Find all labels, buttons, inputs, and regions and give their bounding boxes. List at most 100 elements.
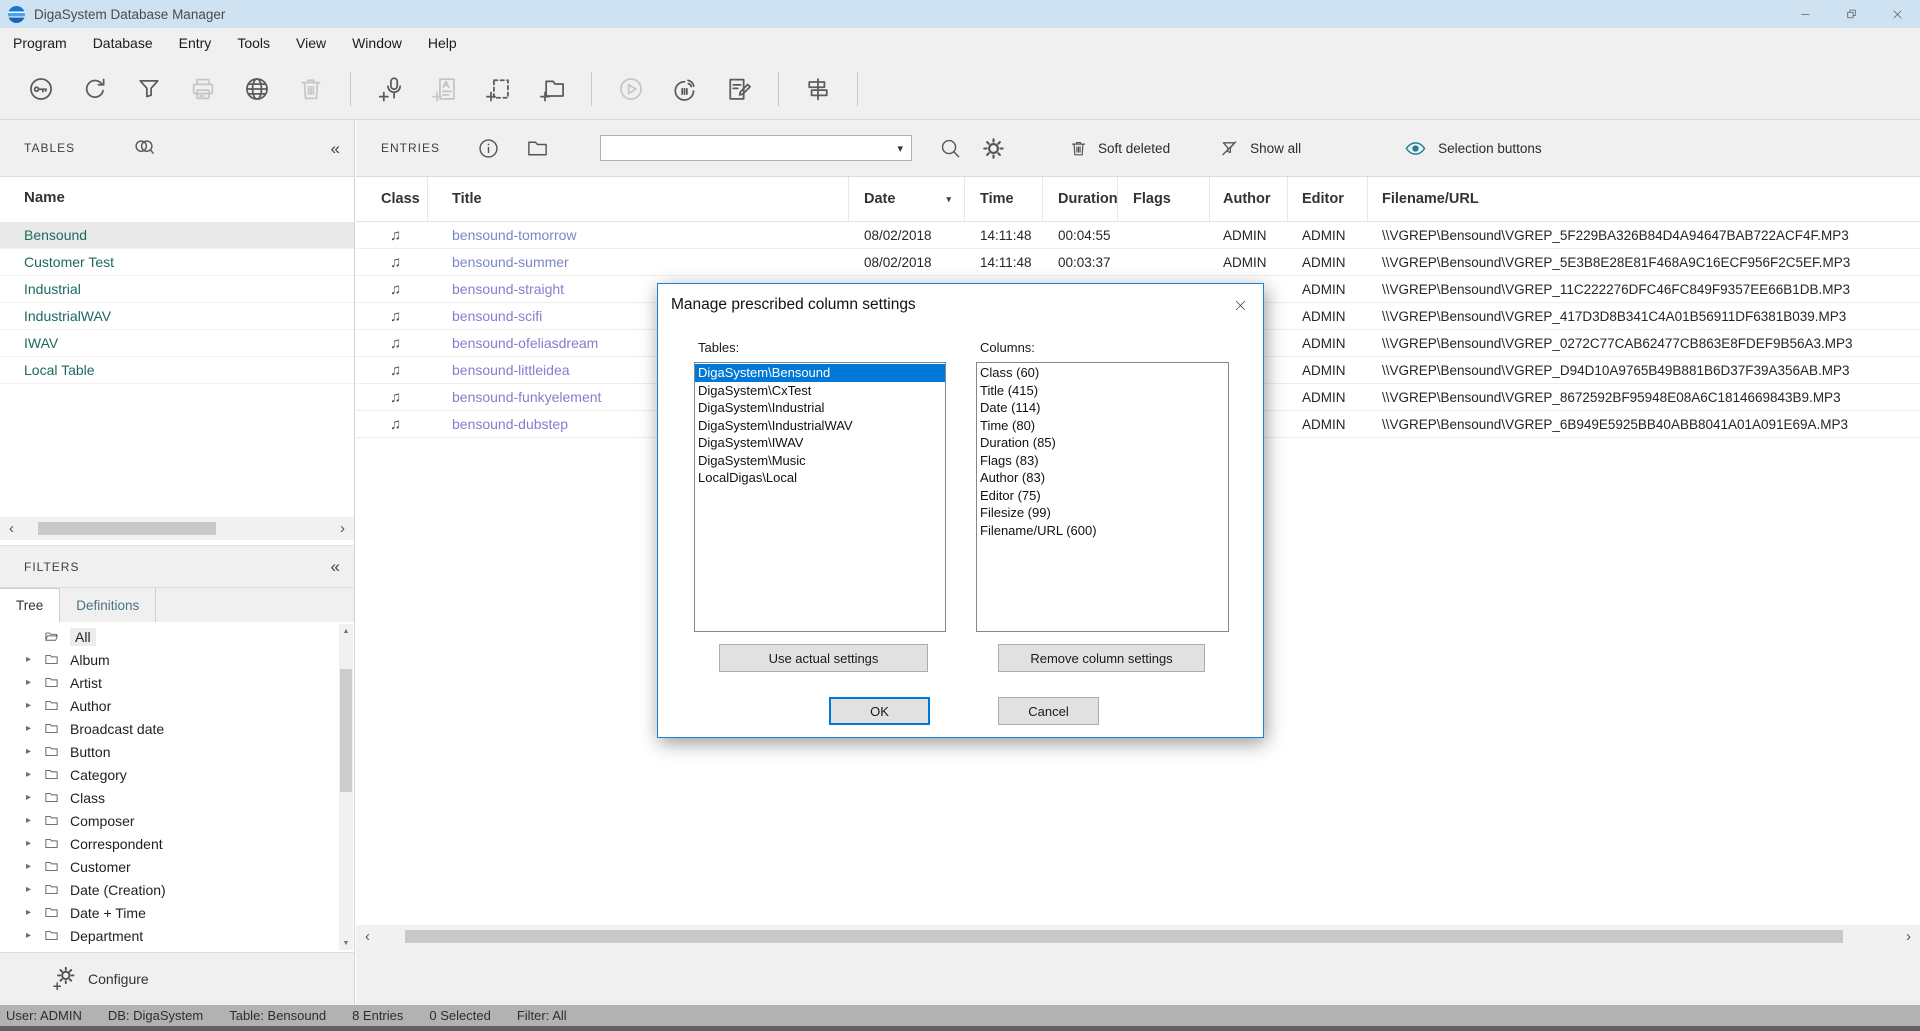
broadcast-button[interactable] bbox=[671, 75, 699, 103]
key-button[interactable] bbox=[27, 75, 55, 103]
edit-entry-button[interactable] bbox=[725, 75, 753, 103]
scroll-thumb[interactable] bbox=[405, 930, 1843, 943]
scroll-down-icon[interactable]: ▼ bbox=[339, 936, 353, 950]
expand-arrow-icon[interactable]: ▸ bbox=[26, 654, 42, 665]
tree-item-customer[interactable]: ▸Customer bbox=[0, 855, 354, 878]
scroll-left-icon[interactable]: ‹ bbox=[365, 925, 370, 948]
tree-item-album[interactable]: ▸Album bbox=[0, 648, 354, 671]
expand-arrow-icon[interactable]: ▸ bbox=[26, 769, 42, 780]
tree-item-author[interactable]: ▸Author bbox=[0, 694, 354, 717]
table-list-item[interactable]: IWAV bbox=[0, 330, 354, 357]
column-header-time[interactable]: Time bbox=[965, 177, 1043, 221]
selection-add-button[interactable] bbox=[484, 75, 512, 103]
menu-tools[interactable]: Tools bbox=[224, 28, 283, 58]
selection-buttons-label[interactable]: Selection buttons bbox=[1438, 141, 1542, 156]
menu-window[interactable]: Window bbox=[339, 28, 415, 58]
close-button[interactable] bbox=[1874, 0, 1920, 28]
column-header-editor[interactable]: Editor bbox=[1288, 177, 1368, 221]
entry-title-link[interactable]: bensound-dubstep bbox=[452, 416, 568, 432]
table-search-icon[interactable] bbox=[131, 137, 157, 159]
dialog-table-item[interactable]: LocalDigas\Local bbox=[695, 469, 945, 487]
folder-add-button[interactable] bbox=[538, 75, 566, 103]
restore-button[interactable] bbox=[1828, 0, 1874, 28]
dialog-close-button[interactable] bbox=[1217, 284, 1263, 326]
menu-database[interactable]: Database bbox=[80, 28, 166, 58]
tree-item-all[interactable]: All bbox=[0, 625, 354, 648]
table-list-item[interactable]: Local Table bbox=[0, 357, 354, 384]
dialog-table-item[interactable]: DigaSystem\Industrial bbox=[695, 399, 945, 417]
entry-title-link[interactable]: bensound-ofeliasdream bbox=[452, 335, 598, 351]
filters-vscrollbar[interactable]: ▲▼ bbox=[339, 624, 353, 950]
table-list-item[interactable]: Industrial bbox=[0, 276, 354, 303]
menu-entry[interactable]: Entry bbox=[166, 28, 225, 58]
sort-dropdown-icon[interactable]: ▾ bbox=[946, 194, 951, 205]
expand-arrow-icon[interactable]: ▸ bbox=[26, 861, 42, 872]
scroll-right-icon[interactable]: › bbox=[340, 517, 345, 540]
expand-arrow-icon[interactable]: ▸ bbox=[26, 792, 42, 803]
tree-item-composer[interactable]: ▸Composer bbox=[0, 809, 354, 832]
folder-icon[interactable] bbox=[526, 137, 549, 160]
entries-hscrollbar[interactable]: ‹ › bbox=[356, 925, 1920, 948]
tables-hscrollbar[interactable]: ‹ › bbox=[0, 517, 354, 540]
entry-title-link[interactable]: bensound-littleidea bbox=[452, 362, 570, 378]
dialog-column-item[interactable]: Date (114) bbox=[977, 399, 1228, 417]
menu-view[interactable]: View bbox=[283, 28, 339, 58]
column-header-title[interactable]: Title bbox=[428, 177, 849, 221]
scroll-thumb[interactable] bbox=[340, 669, 352, 792]
expand-arrow-icon[interactable]: ▸ bbox=[26, 884, 42, 895]
column-header-duration[interactable]: Duration bbox=[1043, 177, 1118, 221]
info-icon[interactable] bbox=[477, 137, 500, 160]
tree-item-category[interactable]: ▸Category bbox=[0, 763, 354, 786]
table-list-item[interactable]: Bensound bbox=[0, 222, 354, 249]
dialog-table-item[interactable]: DigaSystem\CxTest bbox=[695, 382, 945, 400]
dialog-column-item[interactable]: Filename/URL (600) bbox=[977, 522, 1228, 540]
use-actual-settings-button[interactable]: Use actual settings bbox=[719, 644, 928, 672]
combobox-dropdown-icon[interactable]: ▾ bbox=[897, 142, 903, 155]
globe-button[interactable] bbox=[243, 75, 271, 103]
table-row[interactable]: ♫bensound-tomorrow08/02/201814:11:4800:0… bbox=[356, 222, 1920, 249]
dialog-column-item[interactable]: Editor (75) bbox=[977, 487, 1228, 505]
scroll-right-icon[interactable]: › bbox=[1906, 925, 1911, 948]
column-header-filename-url[interactable]: Filename/URL bbox=[1368, 177, 1920, 221]
expand-arrow-icon[interactable]: ▸ bbox=[26, 746, 42, 757]
tree-item-artist[interactable]: ▸Artist bbox=[0, 671, 354, 694]
tree-item-broadcast-date[interactable]: ▸Broadcast date bbox=[0, 717, 354, 740]
scroll-left-icon[interactable]: ‹ bbox=[9, 517, 14, 540]
ok-button[interactable]: OK bbox=[829, 697, 930, 725]
expand-arrow-icon[interactable]: ▸ bbox=[26, 930, 42, 941]
configure-row[interactable]: Configure bbox=[0, 952, 354, 1005]
entry-title-link[interactable]: bensound-straight bbox=[452, 281, 564, 297]
entry-title-link[interactable]: bensound-summer bbox=[452, 254, 569, 270]
tree-item-button[interactable]: ▸Button bbox=[0, 740, 354, 763]
column-settings-button[interactable] bbox=[804, 75, 832, 103]
refresh-button[interactable] bbox=[81, 75, 109, 103]
soft-deleted-label[interactable]: Soft deleted bbox=[1098, 141, 1170, 156]
column-header-author[interactable]: Author bbox=[1210, 177, 1288, 221]
expand-arrow-icon[interactable]: ▸ bbox=[26, 700, 42, 711]
expand-arrow-icon[interactable]: ▸ bbox=[26, 907, 42, 918]
filter-button[interactable] bbox=[135, 75, 163, 103]
tree-item-correspondent[interactable]: ▸Correspondent bbox=[0, 832, 354, 855]
table-list-item[interactable]: IndustrialWAV bbox=[0, 303, 354, 330]
column-header-class[interactable]: Class bbox=[356, 177, 428, 221]
scroll-up-icon[interactable]: ▲ bbox=[339, 624, 353, 638]
tab-definitions[interactable]: Definitions bbox=[60, 588, 156, 622]
soft-deleted-trash-icon[interactable] bbox=[1069, 137, 1088, 160]
entries-search-combobox[interactable]: ▾ bbox=[600, 135, 912, 161]
collapse-filters-panel-button[interactable]: « bbox=[331, 558, 340, 575]
expand-arrow-icon[interactable]: ▸ bbox=[26, 677, 42, 688]
tab-tree[interactable]: Tree bbox=[0, 588, 60, 622]
dialog-table-item[interactable]: DigaSystem\IWAV bbox=[695, 434, 945, 452]
selection-buttons-eye-icon[interactable] bbox=[1403, 137, 1428, 160]
remove-column-settings-button[interactable]: Remove column settings bbox=[998, 644, 1205, 672]
column-header-flags[interactable]: Flags bbox=[1118, 177, 1210, 221]
table-row[interactable]: ♫bensound-summer08/02/201814:11:4800:03:… bbox=[356, 249, 1920, 276]
dialog-column-item[interactable]: Duration (85) bbox=[977, 434, 1228, 452]
dialog-column-item[interactable]: Filesize (99) bbox=[977, 504, 1228, 522]
column-header-date[interactable]: Date▾ bbox=[849, 177, 965, 221]
tree-item-date-creation-[interactable]: ▸Date (Creation) bbox=[0, 878, 354, 901]
entry-title-link[interactable]: bensound-funkyelement bbox=[452, 389, 601, 405]
dialog-column-item[interactable]: Flags (83) bbox=[977, 452, 1228, 470]
expand-arrow-icon[interactable]: ▸ bbox=[26, 815, 42, 826]
table-list-item[interactable]: Customer Test bbox=[0, 249, 354, 276]
